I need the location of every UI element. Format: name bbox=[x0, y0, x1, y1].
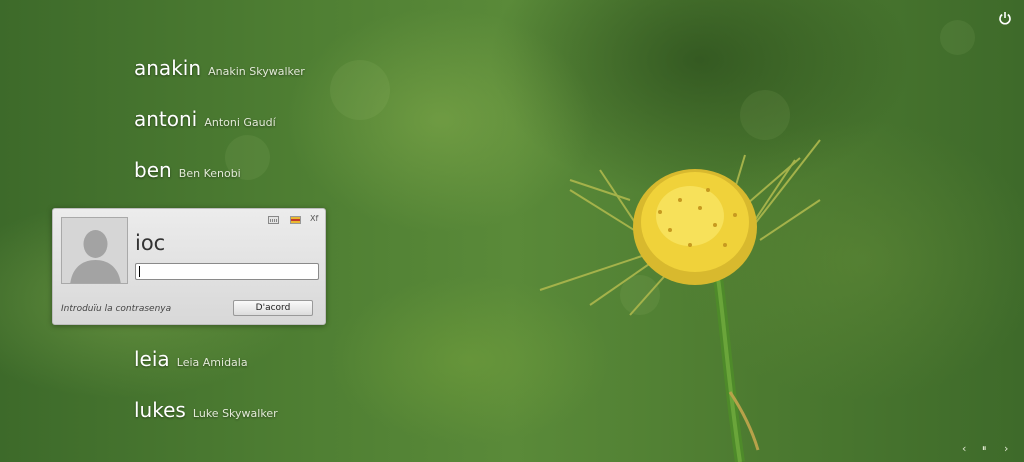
user-item-anakin[interactable]: anakin Anakin Skywalker bbox=[134, 56, 305, 80]
user-real-name: Antoni Gaudí bbox=[204, 116, 276, 129]
user-item-lukes[interactable]: lukes Luke Skywalker bbox=[134, 398, 278, 422]
user-item-leia[interactable]: leia Leia Amidala bbox=[134, 347, 248, 371]
user-item-antoni[interactable]: antoni Antoni Gaudí bbox=[134, 107, 276, 131]
login-panel: Xf ioc Introduïu la contrasenya D'acord bbox=[52, 208, 326, 325]
user-real-name: Ben Kenobi bbox=[178, 167, 241, 180]
user-name: lukes bbox=[134, 398, 186, 422]
user-real-name: Leia Amidala bbox=[176, 356, 248, 369]
ok-button[interactable]: D'acord bbox=[233, 300, 313, 316]
user-silhouette-icon bbox=[61, 217, 128, 284]
chevron-right-icon[interactable]: › bbox=[1004, 442, 1008, 455]
user-real-name: Luke Skywalker bbox=[192, 407, 278, 420]
user-item-ben[interactable]: ben Ben Kenobi bbox=[134, 158, 241, 182]
pause-icon[interactable]: ⏸ bbox=[982, 444, 987, 454]
user-name: anakin bbox=[134, 56, 202, 80]
chevron-left-icon[interactable]: ‹ bbox=[962, 442, 966, 455]
user-name: ben bbox=[134, 158, 172, 182]
language-flag-icon[interactable] bbox=[290, 216, 301, 224]
power-icon[interactable] bbox=[998, 11, 1012, 25]
flower-image bbox=[539, 139, 821, 462]
selected-username: ioc bbox=[135, 231, 166, 255]
user-real-name: Anakin Skywalker bbox=[208, 65, 305, 78]
user-name: leia bbox=[134, 347, 170, 371]
user-name: antoni bbox=[134, 107, 198, 131]
password-field[interactable] bbox=[135, 263, 319, 280]
keyboard-icon[interactable] bbox=[268, 216, 279, 224]
password-prompt: Introduïu la contrasenya bbox=[61, 304, 172, 314]
text-cursor bbox=[139, 266, 140, 277]
session-selector[interactable]: Xf bbox=[310, 214, 318, 223]
